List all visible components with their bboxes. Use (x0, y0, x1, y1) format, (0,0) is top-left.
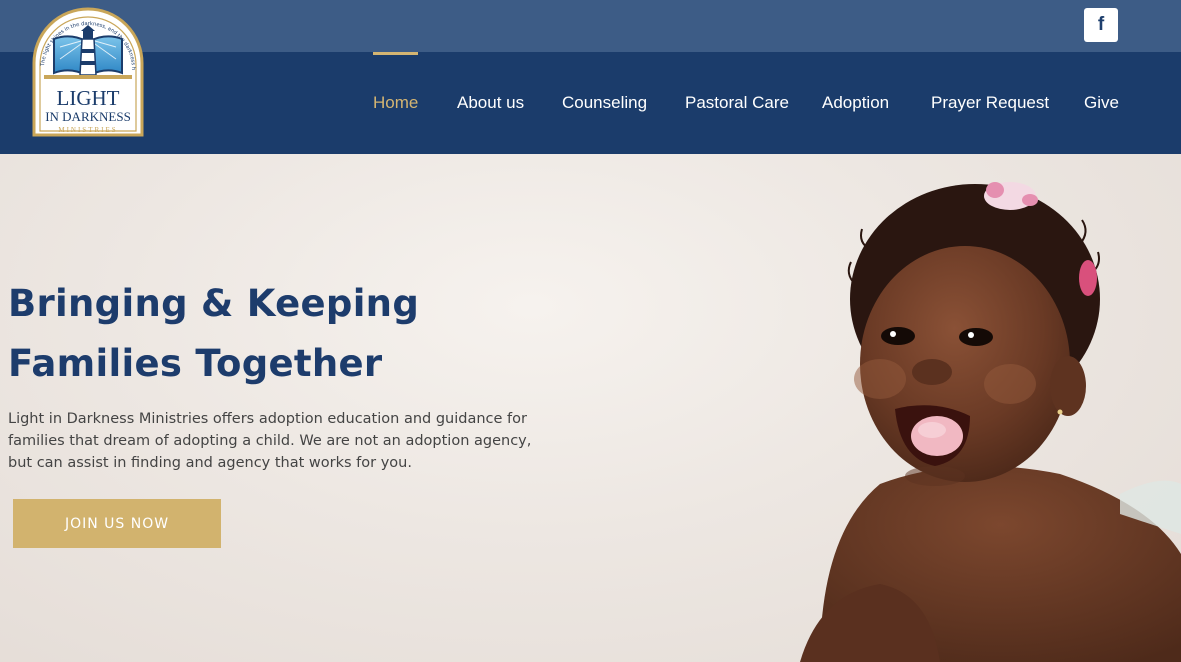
nav-item-adoption[interactable]: Adoption (822, 52, 889, 154)
svg-text:MINISTRIES: MINISTRIES (58, 126, 117, 134)
nav-item-counseling[interactable]: Counseling (562, 52, 647, 154)
top-bar: f (0, 0, 1181, 52)
nav-item-pastoral-care[interactable]: Pastoral Care (685, 52, 789, 154)
main-navbar: Home About us Counseling Pastoral Care A… (0, 52, 1181, 154)
hero-section: Bringing & Keeping Families Together Lig… (0, 154, 1181, 662)
nav-item-about-us[interactable]: About us (457, 52, 524, 154)
nav-item-home[interactable]: Home (373, 52, 419, 154)
hero-headline: Bringing & Keeping Families Together (8, 274, 419, 394)
hero-headline-line-2: Families Together (8, 342, 383, 385)
logo-emblem: The light shines in the darkness, and th… (27, 0, 144, 137)
join-us-now-button[interactable]: JOIN US NOW (13, 499, 221, 548)
svg-text:LIGHT: LIGHT (57, 86, 120, 110)
facebook-icon[interactable]: f (1084, 8, 1118, 42)
svg-text:IN DARKNESS: IN DARKNESS (45, 109, 131, 124)
nav-item-prayer-request[interactable]: Prayer Request (931, 52, 1049, 154)
main-nav: Home About us Counseling Pastoral Care A… (0, 52, 1181, 154)
nav-item-give[interactable]: Give (1084, 52, 1119, 154)
hero-description: Light in Darkness Ministries offers adop… (8, 411, 532, 471)
hero-headline-line-1: Bringing & Keeping (8, 282, 420, 325)
site-logo[interactable]: The light shines in the darkness, and th… (27, 0, 146, 139)
